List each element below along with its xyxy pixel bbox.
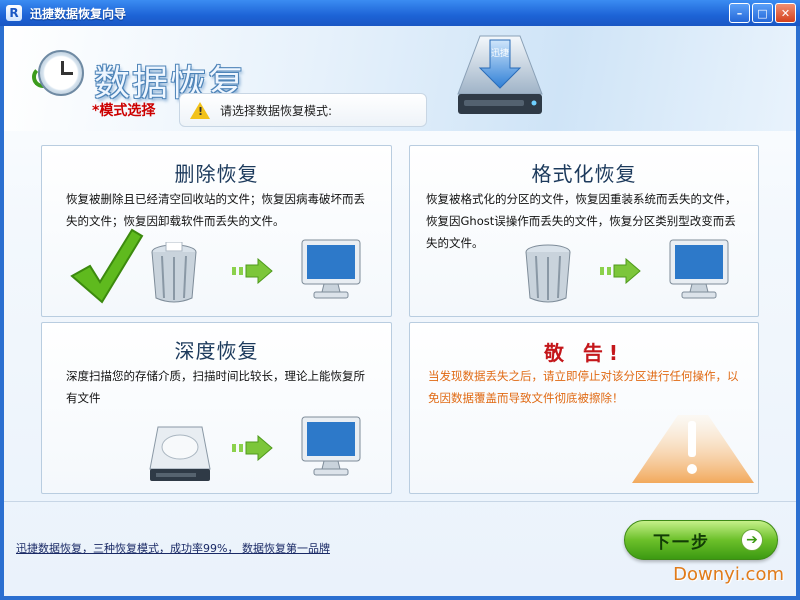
arrow-right-circle-icon: ➔ <box>741 529 763 551</box>
arrow-right-icon <box>232 435 273 461</box>
mode-select-label: *模式选择 <box>92 103 156 119</box>
hard-disk-icon <box>149 426 211 481</box>
hint-text: 请选择数据恢复模式: <box>220 103 333 118</box>
drive-label: 迅捷 <box>491 47 509 59</box>
maximize-button[interactable]: □ <box>752 3 773 23</box>
close-button[interactable]: ✕ <box>775 3 796 23</box>
checkmark-icon <box>70 228 144 304</box>
deep-recovery-title: 深度恢复 <box>174 339 259 363</box>
app-icon: R <box>6 5 22 21</box>
warning-title: 敬 告! <box>543 341 625 365</box>
hint-box: 请选择数据恢复模式: <box>179 93 427 127</box>
next-button-label: 下一步 <box>653 532 710 553</box>
clock-icon <box>38 50 84 96</box>
recycle-bin-icon <box>525 244 571 303</box>
window-title: 迅捷数据恢复向导 <box>30 6 127 21</box>
exclamation-icon <box>632 415 754 483</box>
format-recovery-option[interactable]: 格式化恢复 恢复被格式化的分区的文件，恢复因重装系统而丢失的文件，恢复因Ghos… <box>409 145 759 317</box>
arrow-right-icon <box>600 258 641 284</box>
window-controls: – □ ✕ <box>729 3 796 23</box>
hard-drive-download-icon: 迅捷 <box>457 35 543 114</box>
footer-divider <box>4 501 796 502</box>
format-recovery-title: 格式化恢复 <box>531 162 637 186</box>
deep-recovery-option[interactable]: 深度恢复 深度扫描您的存储介质，扫描时间比较长，理论上能恢复所有文件 <box>41 322 392 494</box>
recycle-bin-icon <box>151 242 197 303</box>
window-titlebar[interactable]: R 迅捷数据恢复向导 – □ ✕ <box>0 0 800 26</box>
next-button[interactable]: 下一步 ➔ <box>624 520 778 560</box>
delete-recovery-title: 删除恢复 <box>174 162 259 186</box>
minimize-button[interactable]: – <box>729 3 750 23</box>
warning-panel: 敬 告! 当发现数据丢失之后，请立即停止对该分区进行任何操作，以免因数据覆盖而导… <box>409 322 759 494</box>
warning-desc: 当发现数据丢失之后，请立即停止对该分区进行任何操作，以免因数据覆盖而导致文件彻底… <box>428 369 739 405</box>
monitor-icon <box>301 239 361 299</box>
wizard-body: 数据恢复 *模式选择 请选择数据恢复模式: 迅捷 删除恢复 恢复被删除且已经清空… <box>4 26 796 596</box>
monitor-icon <box>669 239 729 299</box>
delete-recovery-option[interactable]: 删除恢复 恢复被删除且已经清空回收站的文件；恢复因病毒破坏而丢失的文件；恢复因卸… <box>41 145 392 317</box>
arrow-right-icon <box>232 258 273 284</box>
footer-link[interactable]: 迅捷数据恢复，三种恢复模式，成功率99%， 数据恢复第一品牌 <box>16 540 330 556</box>
warning-icon <box>190 101 210 119</box>
watermark: Downyi.com <box>673 564 784 585</box>
deep-recovery-desc: 深度扫描您的存储介质，扫描时间比较长，理论上能恢复所有文件 <box>66 369 365 405</box>
monitor-icon <box>301 416 361 476</box>
